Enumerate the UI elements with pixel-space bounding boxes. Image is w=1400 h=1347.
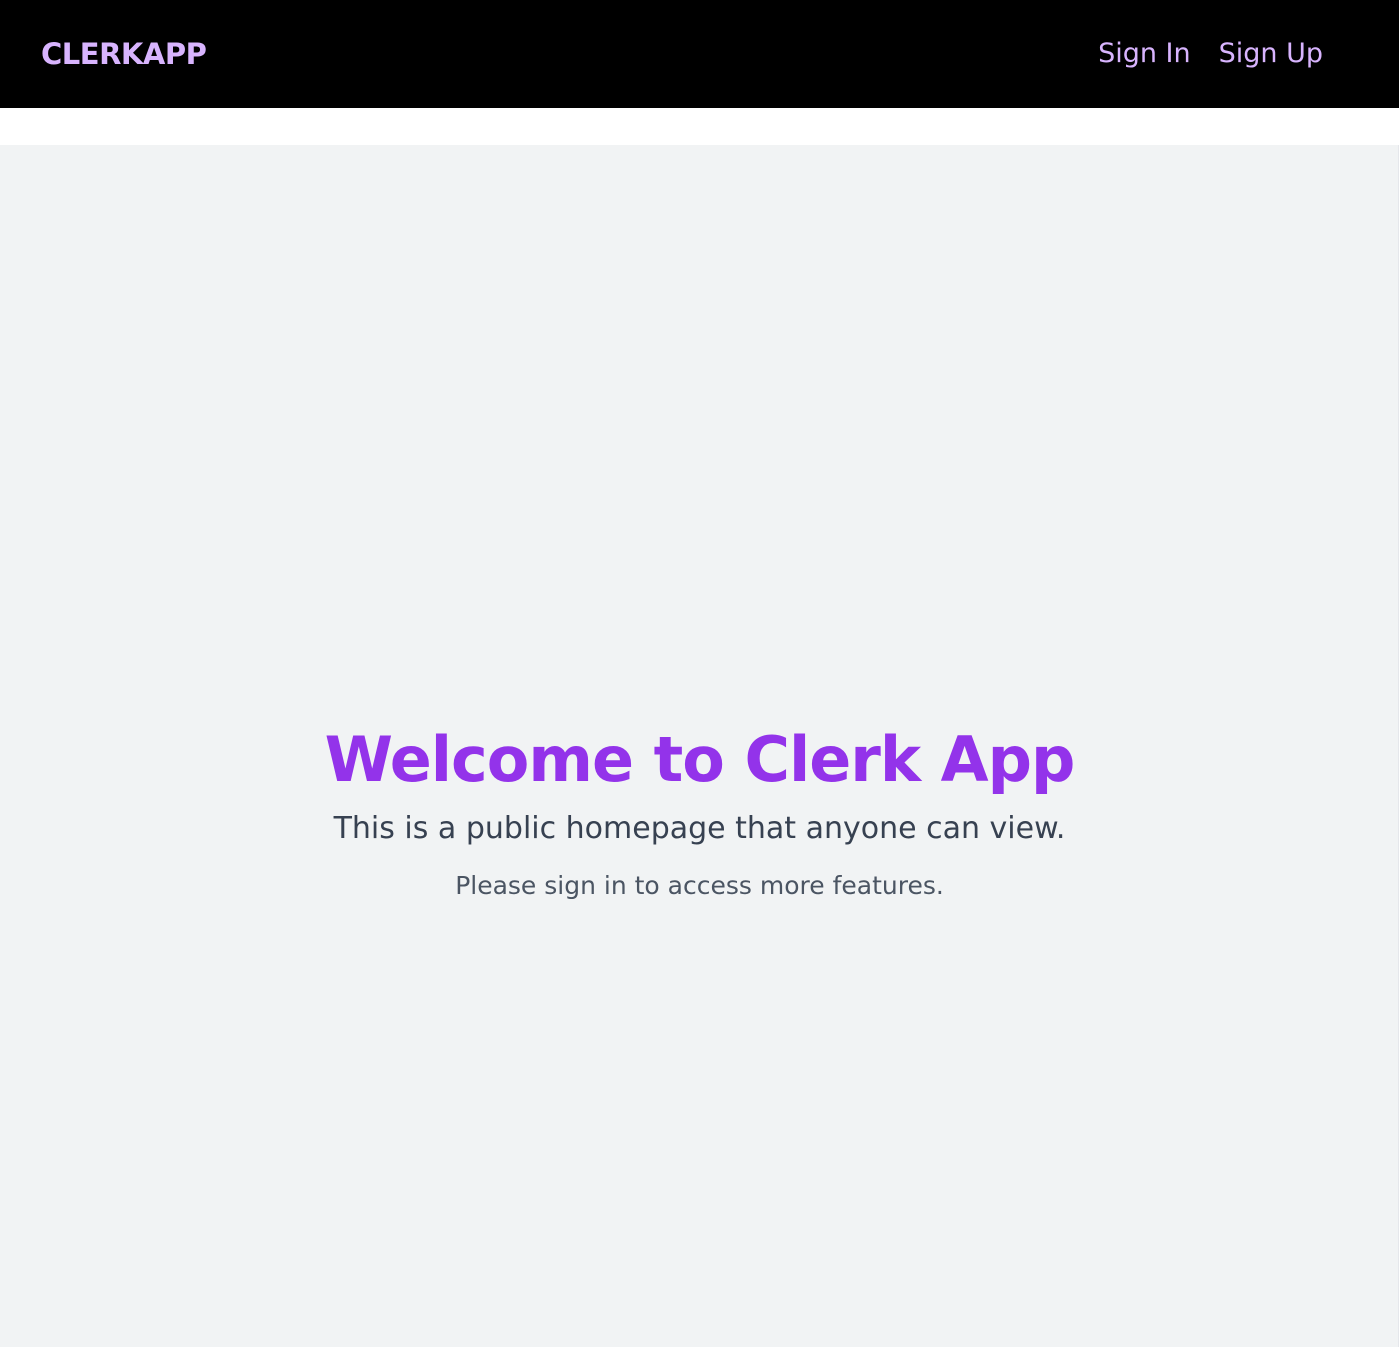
hero-subtitle: This is a public homepage that anyone ca… <box>333 811 1066 846</box>
auth-links: Sign In Sign Up <box>1098 34 1323 74</box>
header-spacer <box>0 108 1399 145</box>
brand-logo-link[interactable]: CLERKAPP <box>41 34 207 74</box>
sign-in-link[interactable]: Sign In <box>1098 34 1191 74</box>
hero-note: Please sign in to access more features. <box>455 871 944 900</box>
top-navbar: CLERKAPP Sign In Sign Up <box>0 0 1399 108</box>
main-content: Welcome to Clerk App This is a public ho… <box>0 145 1399 1347</box>
sign-up-link[interactable]: Sign Up <box>1219 34 1323 74</box>
page-title: Welcome to Clerk App <box>324 723 1076 796</box>
hero-section: Welcome to Clerk App This is a public ho… <box>0 720 1399 906</box>
